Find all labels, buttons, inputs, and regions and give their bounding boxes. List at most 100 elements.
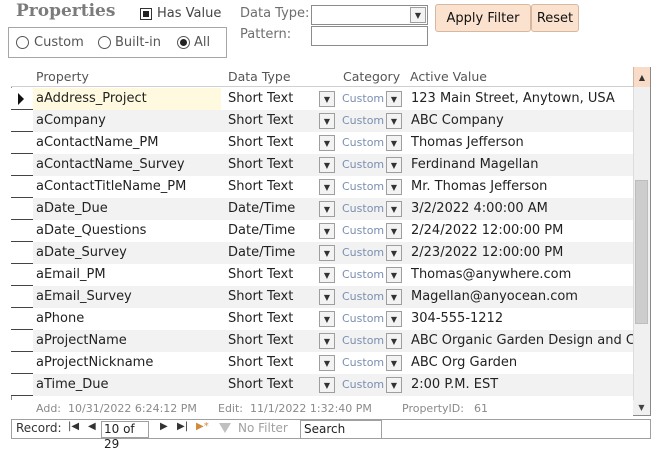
data-type-cell[interactable]: Date/Time <box>225 198 317 220</box>
category-cell[interactable]: Custom <box>337 110 385 132</box>
data-type-dropdown-icon[interactable]: ▼ <box>319 245 335 261</box>
scrollbar-thumb[interactable] <box>635 180 648 324</box>
last-record-icon[interactable]: ▶| <box>177 421 188 432</box>
previous-record-icon[interactable]: ◀ <box>88 421 96 432</box>
category-cell[interactable]: Custom <box>337 374 385 396</box>
table-row[interactable]: aContactName_Survey Short Text ▼ Custom ▼ Fer… <box>11 154 633 176</box>
table-row[interactable]: aDate_Survey Date/Time ▼ Custom ▼ 2/23/2022 1… <box>11 242 633 264</box>
data-type-cell[interactable]: Short Text <box>225 176 317 198</box>
property-cell[interactable]: aPhone <box>33 308 221 330</box>
has-value-checkbox[interactable] <box>140 8 152 20</box>
category-cell[interactable]: Custom <box>337 286 385 308</box>
record-selector[interactable] <box>11 374 33 396</box>
data-type-cell[interactable]: Short Text <box>225 374 317 396</box>
reset-button[interactable]: Reset <box>531 4 579 32</box>
radio-built-in[interactable] <box>98 36 111 49</box>
category-cell[interactable]: Custom <box>337 132 385 154</box>
record-selector[interactable] <box>11 198 33 220</box>
category-cell[interactable]: Custom <box>337 88 385 110</box>
property-cell[interactable]: aDate_Due <box>33 198 221 220</box>
data-type-dropdown-icon[interactable]: ▼ <box>319 223 335 239</box>
record-selector[interactable] <box>11 88 33 110</box>
category-cell[interactable]: Custom <box>337 352 385 374</box>
category-cell[interactable]: Custom <box>337 154 385 176</box>
active-value-cell[interactable]: ABC Organic Garden Design and C <box>407 330 633 352</box>
data-type-dropdown-icon[interactable]: ▼ <box>319 267 335 283</box>
category-dropdown-icon[interactable]: ▼ <box>386 179 402 195</box>
property-cell[interactable]: aContactTitleName_PM <box>33 176 221 198</box>
category-cell[interactable]: Custom <box>337 308 385 330</box>
column-header-category[interactable]: Category <box>343 69 400 84</box>
category-dropdown-icon[interactable]: ▼ <box>386 157 402 173</box>
data-type-dropdown-icon[interactable]: ▼ <box>319 157 335 173</box>
data-type-cell[interactable]: Date/Time <box>225 242 317 264</box>
category-dropdown-icon[interactable]: ▼ <box>386 355 402 371</box>
category-dropdown-icon[interactable]: ▼ <box>386 333 402 349</box>
data-type-cell[interactable]: Short Text <box>225 264 317 286</box>
active-value-cell[interactable]: Ferdinand Magellan <box>407 154 633 176</box>
apply-filter-button[interactable]: Apply Filter <box>435 4 531 32</box>
category-dropdown-icon[interactable]: ▼ <box>386 113 402 129</box>
table-row[interactable]: aTime_Due Short Text ▼ Custom ▼ 2:00 P.M. EST <box>11 374 633 396</box>
category-cell[interactable]: Custom <box>337 330 385 352</box>
radio-custom[interactable] <box>16 36 29 49</box>
data-type-cell[interactable]: Date/Time <box>225 220 317 242</box>
category-dropdown-icon[interactable]: ▼ <box>386 289 402 305</box>
table-row[interactable]: aContactName_PM Short Text ▼ Custom ▼ Thomas … <box>11 132 633 154</box>
data-type-dropdown-icon[interactable]: ▼ <box>319 289 335 305</box>
record-selector[interactable] <box>11 352 33 374</box>
category-dropdown-icon[interactable]: ▼ <box>386 245 402 261</box>
pattern-input[interactable] <box>311 26 428 46</box>
active-value-cell[interactable]: 2:00 P.M. EST <box>407 374 633 396</box>
data-type-cell[interactable]: Short Text <box>225 330 317 352</box>
category-dropdown-icon[interactable]: ▼ <box>386 91 402 107</box>
data-type-dropdown-icon[interactable]: ▼ <box>319 355 335 371</box>
category-dropdown-icon[interactable]: ▼ <box>386 223 402 239</box>
data-type-dropdown-icon[interactable]: ▼ <box>319 377 335 393</box>
active-value-cell[interactable]: 2/24/2022 12:00:00 PM <box>407 220 633 242</box>
data-type-cell[interactable]: Short Text <box>225 308 317 330</box>
data-type-dropdown-icon[interactable]: ▼ <box>410 7 426 23</box>
table-row[interactable]: aProjectName Short Text ▼ Custom ▼ ABC Organi… <box>11 330 633 352</box>
new-record-icon[interactable]: ▶* <box>196 421 209 432</box>
table-row[interactable]: aDate_Questions Date/Time ▼ Custom ▼ 2/24/202… <box>11 220 633 242</box>
property-cell[interactable]: aContactName_PM <box>33 132 221 154</box>
data-type-cell[interactable]: Short Text <box>225 352 317 374</box>
table-row[interactable]: aAddress_Project Short Text ▼ Custom ▼ 123 Ma… <box>11 88 633 110</box>
active-value-cell[interactable]: 123 Main Street, Anytown, USA <box>407 88 633 110</box>
table-row[interactable]: aCompany Short Text ▼ Custom ▼ ABC Company <box>11 110 633 132</box>
category-dropdown-icon[interactable]: ▼ <box>386 377 402 393</box>
active-value-cell[interactable]: ABC Company <box>407 110 633 132</box>
category-cell[interactable]: Custom <box>337 264 385 286</box>
column-header-data-type[interactable]: Data Type <box>228 69 291 84</box>
active-value-cell[interactable]: Thomas Jefferson <box>407 132 633 154</box>
data-type-dropdown-icon[interactable]: ▼ <box>319 333 335 349</box>
category-dropdown-icon[interactable]: ▼ <box>386 135 402 151</box>
active-value-cell[interactable]: ABC Org Garden <box>407 352 633 374</box>
no-filter-button[interactable]: No Filter <box>216 421 296 438</box>
data-type-dropdown-icon[interactable]: ▼ <box>319 113 335 129</box>
active-value-cell[interactable]: Mr. Thomas Jefferson <box>407 176 633 198</box>
record-selector[interactable] <box>11 220 33 242</box>
current-record-field[interactable]: 10 of 29 <box>101 421 149 451</box>
record-selector[interactable] <box>11 132 33 154</box>
scroll-down-icon[interactable]: ▼ <box>633 400 650 415</box>
record-selector[interactable] <box>11 242 33 264</box>
data-type-dropdown-icon[interactable]: ▼ <box>319 179 335 195</box>
active-value-cell[interactable]: Magellan@anyocean.com <box>407 286 633 308</box>
record-selector[interactable] <box>11 264 33 286</box>
property-cell[interactable]: aEmail_Survey <box>33 286 221 308</box>
data-type-cell[interactable]: Short Text <box>225 286 317 308</box>
record-selector[interactable] <box>11 308 33 330</box>
data-type-cell[interactable]: Short Text <box>225 110 317 132</box>
property-cell[interactable]: aCompany <box>33 110 221 132</box>
first-record-icon[interactable]: |◀ <box>68 421 79 432</box>
active-value-cell[interactable]: Thomas@anywhere.com <box>407 264 633 286</box>
data-type-cell[interactable]: Short Text <box>225 154 317 176</box>
data-type-dropdown-icon[interactable]: ▼ <box>319 201 335 217</box>
property-cell[interactable]: aDate_Questions <box>33 220 221 242</box>
data-type-dropdown-icon[interactable]: ▼ <box>319 91 335 107</box>
record-selector[interactable] <box>11 286 33 308</box>
sort-up-icon[interactable]: ▲ <box>633 67 650 87</box>
column-header-property[interactable]: Property <box>36 69 89 84</box>
